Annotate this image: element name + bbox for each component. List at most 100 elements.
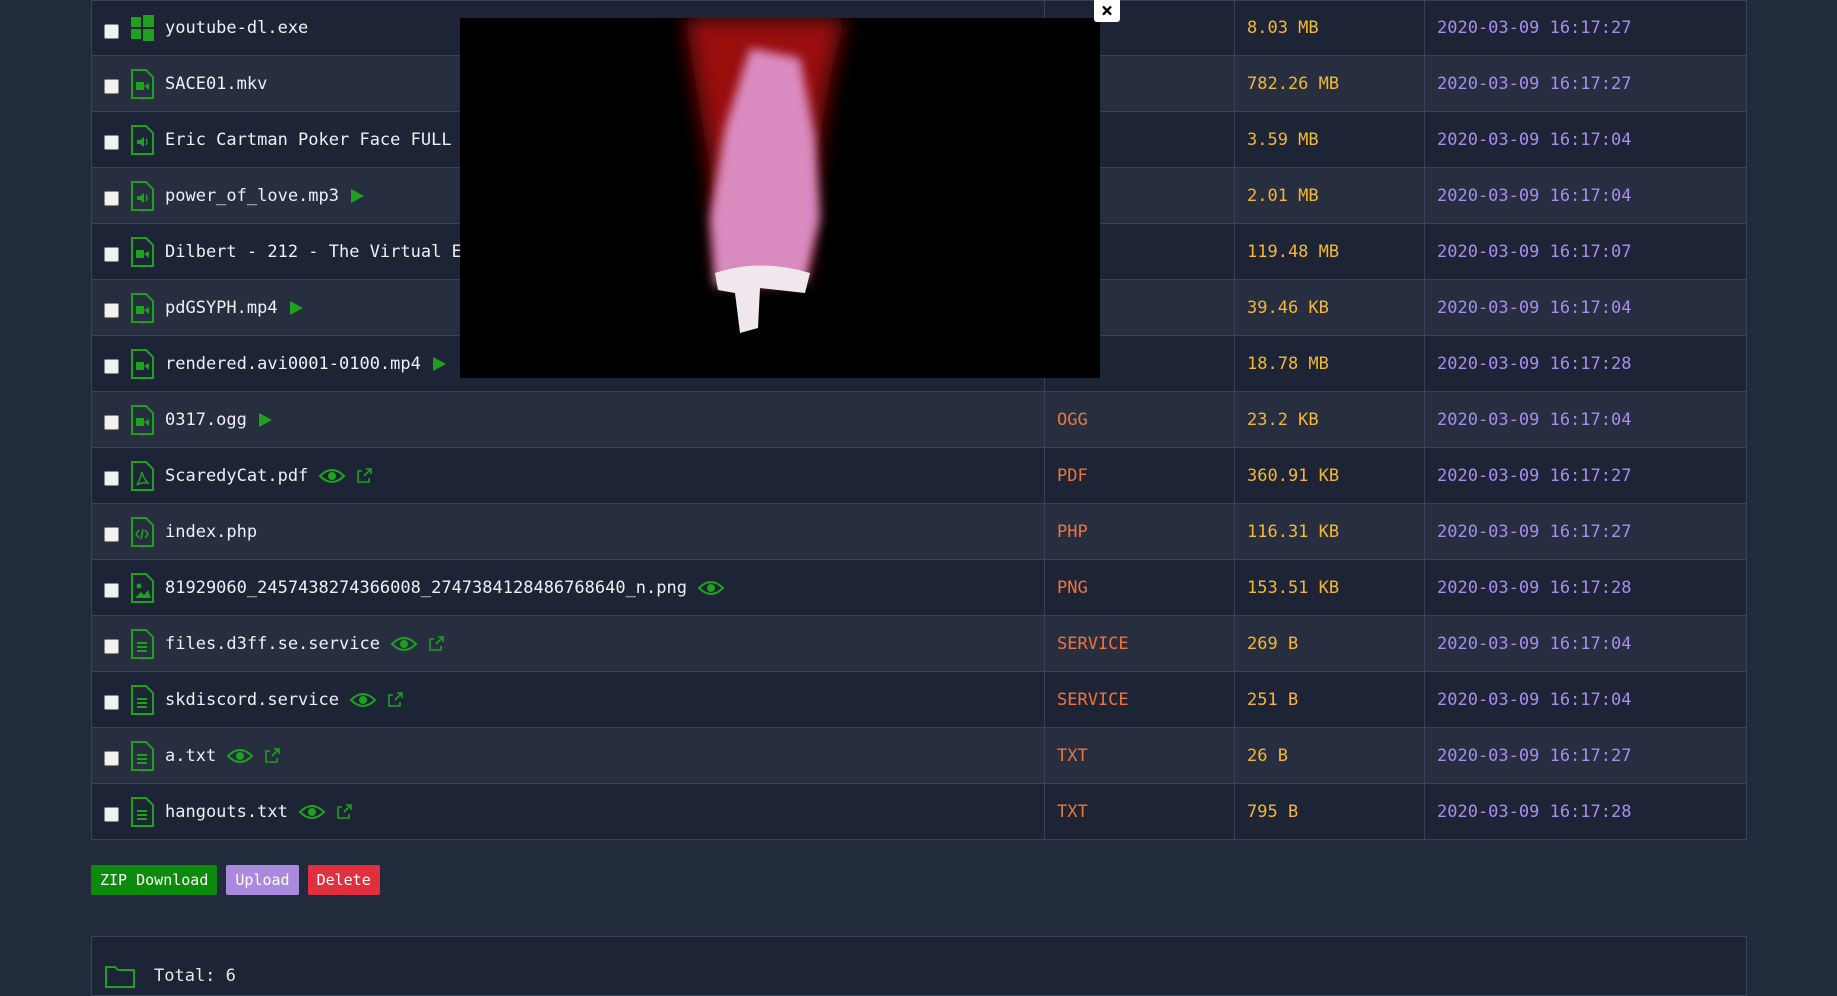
play-icon[interactable] xyxy=(288,300,304,316)
file-date: 2020-03-09 16:17:04 xyxy=(1437,185,1632,206)
row-checkbox[interactable] xyxy=(104,415,119,430)
video-file-icon xyxy=(129,292,155,323)
row-checkbox[interactable] xyxy=(104,527,119,542)
name-cell: a.txt xyxy=(92,728,1045,783)
file-size: 2.01 MB xyxy=(1235,168,1425,223)
file-size: 269 B xyxy=(1235,616,1425,671)
eye-icon[interactable] xyxy=(390,635,418,653)
file-date: 2020-03-09 16:17:04 xyxy=(1437,689,1632,710)
pdf-file-icon xyxy=(129,460,155,491)
file-name-link[interactable]: SACE01.mkv xyxy=(165,74,267,94)
file-name-link[interactable]: files.d3ff.se.service xyxy=(165,634,380,654)
file-size: 8.03 MB xyxy=(1235,1,1425,55)
close-modal-button[interactable]: × xyxy=(1094,0,1120,22)
audio-file-icon xyxy=(129,180,155,211)
row-checkbox[interactable] xyxy=(104,23,119,39)
folder-icon xyxy=(105,966,135,988)
play-icon[interactable] xyxy=(349,188,365,204)
file-date: 2020-03-09 16:17:28 xyxy=(1437,801,1632,822)
row-checkbox[interactable] xyxy=(104,583,119,598)
file-date: 2020-03-09 16:17:07 xyxy=(1437,241,1632,262)
row-checkbox[interactable] xyxy=(104,751,119,766)
row-checkbox[interactable] xyxy=(104,359,119,374)
file-name-link[interactable]: ScaredyCat.pdf xyxy=(165,466,308,486)
eye-icon[interactable] xyxy=(226,747,254,765)
file-name-link[interactable]: youtube-dl.exe xyxy=(165,18,308,38)
file-name-link[interactable]: index.php xyxy=(165,522,257,542)
file-date: 2020-03-09 16:17:04 xyxy=(1437,129,1632,150)
name-cell: ScaredyCat.pdf xyxy=(92,448,1045,503)
name-cell: files.d3ff.se.service xyxy=(92,616,1045,671)
file-type: PHP xyxy=(1045,504,1235,559)
name-cell: 0317.ogg xyxy=(92,392,1045,447)
file-name-link[interactable]: power_of_love.mp3 xyxy=(165,186,339,206)
table-row[interactable]: a.txt TXT 26 B 2020-03-09 16:17:27 xyxy=(91,728,1747,784)
file-date: 2020-03-09 16:17:27 xyxy=(1437,745,1632,766)
delete-button[interactable]: Delete xyxy=(307,865,380,895)
file-size: 153.51 KB xyxy=(1235,560,1425,615)
row-checkbox[interactable] xyxy=(104,639,119,654)
file-name-link[interactable]: 81929060_2457438274366008_27473841284867… xyxy=(165,578,687,598)
row-checkbox[interactable] xyxy=(104,695,119,710)
row-checkbox[interactable] xyxy=(104,191,119,206)
external-link-icon[interactable] xyxy=(264,747,280,764)
name-cell: 81929060_2457438274366008_27473841284867… xyxy=(92,560,1045,615)
external-link-icon[interactable] xyxy=(428,635,444,652)
play-icon[interactable] xyxy=(257,412,273,428)
file-name-link[interactable]: hangouts.txt xyxy=(165,802,288,822)
row-checkbox[interactable] xyxy=(104,79,119,94)
file-date: 2020-03-09 16:17:04 xyxy=(1437,409,1632,430)
table-row[interactable]: skdiscord.service SERVICE 251 B 2020-03-09 … xyxy=(91,672,1747,728)
eye-icon[interactable] xyxy=(298,803,326,821)
row-checkbox[interactable] xyxy=(104,135,119,150)
action-bar: ZIP Download Upload Delete xyxy=(91,865,380,895)
row-checkbox[interactable] xyxy=(104,303,119,318)
file-name-link[interactable]: 0317.ogg xyxy=(165,410,247,430)
text-file-icon xyxy=(129,684,155,715)
eye-icon[interactable] xyxy=(697,579,725,597)
file-size: 251 B xyxy=(1235,672,1425,727)
file-size: 26 B xyxy=(1235,728,1425,783)
file-size: 360.91 KB xyxy=(1235,448,1425,503)
external-link-icon[interactable] xyxy=(356,467,373,484)
zip-download-button[interactable]: ZIP Download xyxy=(91,865,218,895)
table-row[interactable]: ScaredyCat.pdf PDF 360.91 KB 2020-03-09 16:… xyxy=(91,448,1747,504)
file-date: 2020-03-09 16:17:28 xyxy=(1437,577,1632,598)
row-checkbox[interactable] xyxy=(104,247,119,262)
eye-icon[interactable] xyxy=(318,467,346,485)
file-size: 782.26 MB xyxy=(1235,56,1425,111)
file-size: 39.46 KB xyxy=(1235,280,1425,335)
external-link-icon[interactable] xyxy=(387,691,403,708)
file-name-link[interactable]: a.txt xyxy=(165,746,216,766)
eye-icon[interactable] xyxy=(349,691,377,709)
file-type: TXT xyxy=(1045,784,1235,839)
name-cell: skdiscord.service xyxy=(92,672,1045,727)
file-date: 2020-03-09 16:17:27 xyxy=(1437,73,1632,94)
file-name-link[interactable]: Dilbert - 212 - The Virtual Emp xyxy=(165,242,482,262)
table-row[interactable]: files.d3ff.se.service SERVICE 269 B 2020-03… xyxy=(91,616,1747,672)
table-row[interactable]: hangouts.txt TXT 795 B 2020-03-09 16:17:28 xyxy=(91,784,1747,840)
file-name-link[interactable]: Eric Cartman Poker Face FULL SC xyxy=(165,130,482,150)
file-date: 2020-03-09 16:17:28 xyxy=(1437,353,1632,374)
file-name-link[interactable]: skdiscord.service xyxy=(165,690,339,710)
file-type: SERVICE xyxy=(1045,616,1235,671)
file-name-link[interactable]: pdGSYPH.mp4 xyxy=(165,298,278,318)
file-name-link[interactable]: rendered.avi0001-0100.mp4 xyxy=(165,354,421,374)
row-checkbox[interactable] xyxy=(104,807,119,822)
external-link-icon[interactable] xyxy=(336,803,352,820)
total-count: Total: 6 xyxy=(154,966,236,986)
file-size: 119.48 MB xyxy=(1235,224,1425,279)
video-file-icon xyxy=(129,348,155,379)
media-preview-modal xyxy=(460,18,1100,378)
play-icon[interactable] xyxy=(431,356,447,372)
file-date: 2020-03-09 16:17:27 xyxy=(1437,521,1632,542)
file-type: OGG xyxy=(1045,392,1235,447)
text-file-icon xyxy=(129,628,155,659)
upload-button[interactable]: Upload xyxy=(226,865,299,895)
name-cell: hangouts.txt xyxy=(92,784,1045,839)
windows-icon xyxy=(129,13,155,43)
table-row[interactable]: 0317.ogg OGG 23.2 KB 2020-03-09 16:17:04 xyxy=(91,392,1747,448)
row-checkbox[interactable] xyxy=(104,471,119,486)
table-row[interactable]: index.php PHP 116.31 KB 2020-03-09 16:17:27 xyxy=(91,504,1747,560)
table-row[interactable]: 81929060_2457438274366008_27473841284867… xyxy=(91,560,1747,616)
